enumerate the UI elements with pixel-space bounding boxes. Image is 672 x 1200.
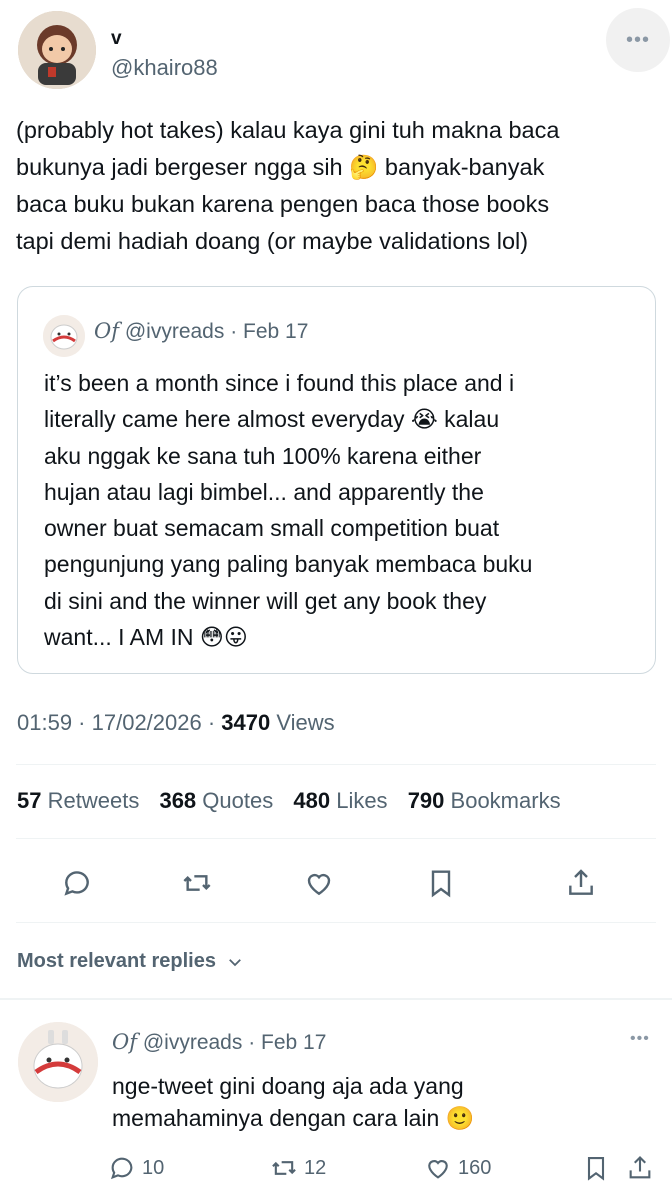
reply-header: O𝑓 @ivyreads · Feb 17 bbox=[112, 1030, 327, 1054]
reply-date[interactable]: Feb 17 bbox=[261, 1031, 326, 1054]
account-logo-mark: O𝑓 bbox=[112, 1030, 137, 1054]
quote-handle[interactable]: @ivyreads bbox=[125, 320, 225, 343]
reply-retweet-button[interactable]: 12 bbox=[270, 1152, 326, 1184]
divider bbox=[16, 838, 656, 839]
share-icon bbox=[629, 1156, 651, 1179]
reply-reply-button[interactable]: 10 bbox=[108, 1152, 164, 1184]
views-label: Views bbox=[276, 710, 335, 735]
bookmark-icon[interactable] bbox=[420, 862, 462, 904]
quote-date[interactable]: Feb 17 bbox=[243, 320, 308, 343]
like-icon bbox=[428, 1160, 448, 1179]
more-icon: ••• bbox=[625, 28, 650, 51]
retweet-icon bbox=[272, 1161, 296, 1175]
divider bbox=[16, 922, 656, 923]
reply-actions: 10 12 160 bbox=[0, 1152, 672, 1184]
reply-share-button[interactable] bbox=[626, 1152, 654, 1184]
reply-avatar[interactable] bbox=[18, 1022, 98, 1102]
reply-text: nge-tweet gini doang aja ada yang memaha… bbox=[112, 1073, 475, 1131]
retweet-icon[interactable] bbox=[176, 862, 218, 904]
quote-header: O𝑓 @ivyreads · Feb 17 bbox=[94, 319, 309, 343]
retweets-stat[interactable]: 57 Retweets bbox=[17, 788, 139, 813]
tweet-text: (probably hot takes) kalau kaya gini tuh… bbox=[16, 117, 560, 254]
reply-retweets-count: 12 bbox=[304, 1156, 327, 1179]
quoted-tweet[interactable]: O𝑓 @ivyreads · Feb 17 it’s been a month … bbox=[17, 286, 656, 674]
replies-filter-label: Most relevant replies bbox=[17, 950, 216, 972]
bookmarks-stat[interactable]: 790 Bookmarks bbox=[408, 788, 561, 813]
tweet-time[interactable]: 01:59 bbox=[17, 710, 72, 735]
reply-more-icon[interactable]: ••• bbox=[630, 1030, 650, 1048]
replies-filter-dropdown[interactable]: Most relevant replies bbox=[17, 950, 244, 973]
section-divider bbox=[0, 998, 672, 1000]
views-count: 3470 bbox=[221, 710, 271, 735]
share-icon[interactable] bbox=[560, 862, 602, 904]
quotes-stat[interactable]: 368 Quotes bbox=[159, 788, 273, 813]
reply-icon[interactable] bbox=[56, 862, 98, 904]
account-logo-mark: O𝑓 bbox=[94, 319, 119, 343]
reply-bookmark-button[interactable] bbox=[582, 1152, 610, 1184]
more-options-button[interactable]: ••• bbox=[606, 8, 670, 72]
tweet-meta: 01:59 · 17/02/2026 · 3470 Views bbox=[17, 710, 335, 735]
quote-avatar bbox=[43, 315, 85, 357]
reply-like-button[interactable]: 160 bbox=[424, 1152, 491, 1184]
author-name[interactable]: v bbox=[111, 28, 122, 50]
reply-icon bbox=[110, 1157, 133, 1180]
divider bbox=[16, 764, 656, 765]
likes-stat[interactable]: 480 Likes bbox=[293, 788, 387, 813]
author-avatar[interactable] bbox=[18, 11, 96, 89]
bookmark-icon bbox=[587, 1157, 605, 1181]
author-handle[interactable]: @khairo88 bbox=[111, 55, 218, 81]
quote-text: it’s been a month since i found this pla… bbox=[44, 370, 533, 651]
tweet-date[interactable]: 17/02/2026 bbox=[92, 710, 202, 735]
reply-replies-count: 10 bbox=[142, 1156, 165, 1179]
engagement-stats: 57 Retweets 368 Quotes 480 Likes 790 Boo… bbox=[17, 788, 575, 814]
reply-likes-count: 160 bbox=[458, 1156, 492, 1179]
chevron-down-icon bbox=[228, 958, 241, 966]
reply-handle[interactable]: @ivyreads bbox=[143, 1031, 243, 1054]
like-icon[interactable] bbox=[298, 862, 340, 904]
tweet-actions bbox=[0, 862, 672, 904]
